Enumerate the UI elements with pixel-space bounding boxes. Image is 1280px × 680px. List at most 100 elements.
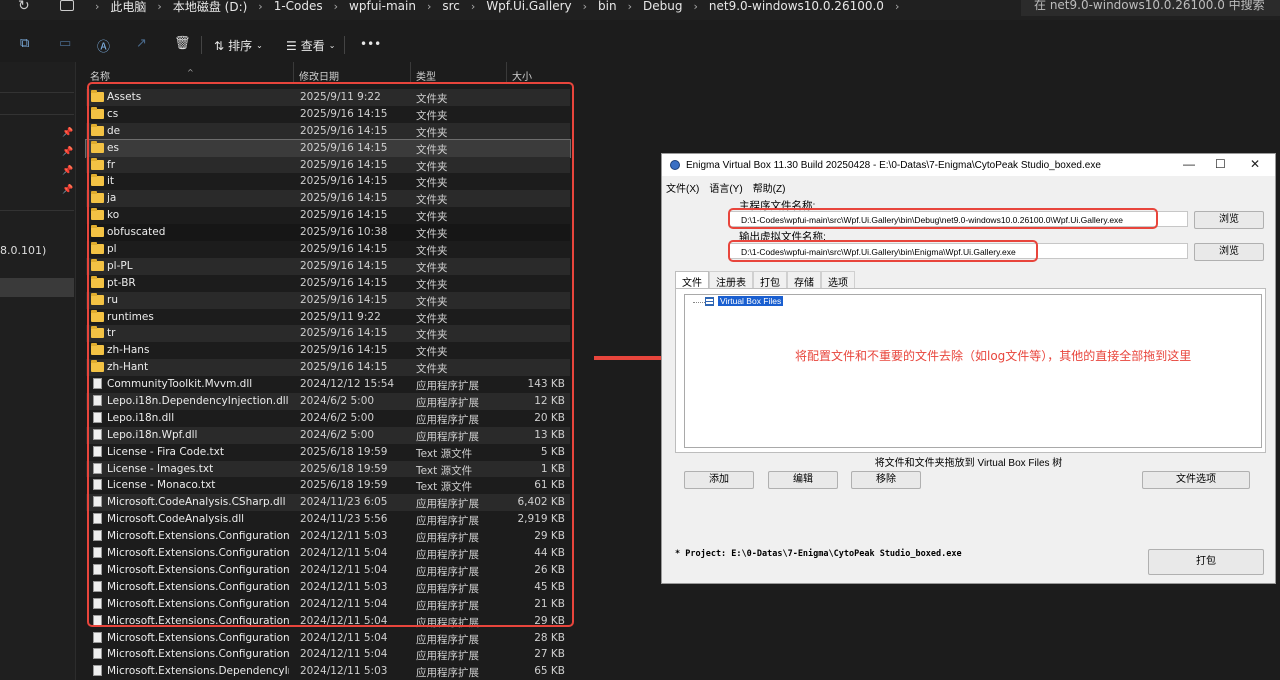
breadcrumb[interactable]: › 此电脑 › 本地磁盘 (D:) › 1-Codes › wpfui-main › src › Wp… <box>84 0 910 15</box>
enigma-app-icon <box>670 160 680 170</box>
file-name: Microsoft.Extensions.Configuration.Js... <box>107 631 289 644</box>
chevron-down-icon: ⌄ <box>328 41 336 50</box>
column-date[interactable]: 修改日期 <box>299 68 339 83</box>
view-button[interactable]: ☰ 查看 ⌄ <box>286 37 335 54</box>
navigation-pane: 📌 📌 📌 📌 8.0.101) <box>0 62 76 680</box>
sort-ascending-icon: ^ <box>187 68 194 77</box>
file-size: 28 KB <box>534 631 565 644</box>
more-button[interactable]: ••• <box>360 37 381 51</box>
refresh-icon[interactable]: ↻ <box>18 0 30 14</box>
menu-file[interactable]: 文件(X) <box>666 180 699 195</box>
tab-options[interactable]: 选项 <box>821 271 855 289</box>
virtual-files-tree[interactable]: Virtual Box Files 将配置文件和不重要的文件去除（如log文件等… <box>684 294 1262 448</box>
view-icon: ☰ <box>286 38 297 53</box>
file-icon <box>93 631 102 643</box>
tab-packing[interactable]: 打包 <box>753 271 787 289</box>
breadcrumb-item[interactable]: 此电脑 <box>110 0 146 15</box>
file-row[interactable]: Microsoft.Extensions.Configuration.U... 2… <box>86 646 570 663</box>
tab-storage[interactable]: 存储 <box>787 271 821 289</box>
chevron-right-icon[interactable]: › <box>157 0 161 13</box>
file-type: 应用程序扩展 <box>416 633 479 646</box>
file-name: Microsoft.Extensions.Configuration.U... <box>107 648 289 661</box>
breadcrumb-item[interactable]: net9.0-windows10.0.26100.0 <box>709 0 884 13</box>
chevron-right-icon[interactable]: › <box>895 0 899 13</box>
sort-icon: ⇅ <box>214 38 225 53</box>
chevron-right-icon[interactable]: › <box>471 0 475 13</box>
this-pc-icon <box>60 0 74 11</box>
breadcrumb-item[interactable]: bin <box>598 0 617 13</box>
tab-strip: 文件 注册表 打包 存储 选项 <box>675 271 855 289</box>
window-title: Enigma Virtual Box 11.30 Build 20250428 … <box>686 160 1101 171</box>
pin-icon[interactable]: 📌 <box>62 128 73 138</box>
sort-label: 排序 <box>228 39 253 53</box>
maximize-icon[interactable]: ☐ <box>1215 157 1226 171</box>
breadcrumb-item[interactable]: Debug <box>643 0 682 13</box>
nav-item-label[interactable]: 8.0.101) <box>0 244 46 257</box>
file-size: 27 KB <box>534 648 565 661</box>
chevron-right-icon[interactable]: › <box>427 0 431 13</box>
file-name: Microsoft.Extensions.DependencyInje... <box>107 665 289 678</box>
browse-main-button[interactable]: 浏览 <box>1194 211 1264 229</box>
share-icon[interactable]: ↗ <box>136 36 147 51</box>
browse-output-button[interactable]: 浏览 <box>1194 243 1264 261</box>
pin-icon[interactable]: 📌 <box>62 185 73 195</box>
highlight-box-files <box>87 82 574 627</box>
minimize-icon[interactable]: — <box>1183 157 1195 171</box>
nav-item-selected[interactable] <box>0 278 74 297</box>
copy-icon[interactable]: ⧉ <box>20 36 29 51</box>
remove-button[interactable]: 移除 <box>851 471 921 489</box>
file-row[interactable]: Microsoft.Extensions.Configuration.Js...… <box>86 630 570 647</box>
add-button[interactable]: 添加 <box>684 471 754 489</box>
breadcrumb-item[interactable]: wpfui-main <box>349 0 416 13</box>
pin-icon[interactable]: 📌 <box>62 166 73 176</box>
file-date: 2024/12/11 5:03 <box>300 665 388 678</box>
file-icon <box>93 648 102 660</box>
sort-button[interactable]: ⇅ 排序 ⌄ <box>214 37 263 54</box>
tab-registry[interactable]: 注册表 <box>709 271 753 289</box>
breadcrumb-item[interactable]: 1-Codes <box>274 0 323 13</box>
breadcrumb-item[interactable]: 本地磁盘 (D:) <box>173 0 247 15</box>
delete-icon[interactable]: 🗑 <box>174 36 191 51</box>
files-tab-panel: Virtual Box Files 将配置文件和不重要的文件去除（如log文件等… <box>675 288 1266 453</box>
edit-button[interactable]: 编辑 <box>768 471 838 489</box>
breadcrumb-item[interactable]: Wpf.Ui.Gallery <box>486 0 571 13</box>
tree-folder-icon <box>705 297 714 306</box>
explorer-toolbar: ⧉ ▭ Ⓐ ↗ 🗑 ⇅ 排序 ⌄ ☰ 查看 ⌄ ••• <box>0 28 1280 62</box>
window-titlebar: Enigma Virtual Box 11.30 Build 20250428 … <box>662 154 1275 176</box>
tab-files[interactable]: 文件 <box>675 271 709 289</box>
file-size: 65 KB <box>534 665 565 678</box>
highlight-box-main-path <box>728 208 1158 229</box>
search-input[interactable]: 在 net9.0-windows10.0.26100.0 中搜索 <box>1021 0 1280 16</box>
column-name[interactable]: 名称 <box>90 68 110 83</box>
rename-icon[interactable]: Ⓐ <box>97 36 110 55</box>
column-type[interactable]: 类型 <box>416 68 436 83</box>
enigma-window: Enigma Virtual Box 11.30 Build 20250428 … <box>661 153 1276 584</box>
column-headers: ^ 名称 修改日期 类型 大小 <box>84 62 574 83</box>
file-date: 2024/12/11 5:04 <box>300 648 388 661</box>
file-icon <box>93 665 102 677</box>
chevron-down-icon: ⌄ <box>256 41 263 50</box>
address-bar: ↻ › 此电脑 › 本地磁盘 (D:) › 1-Codes › wpfui-main › src ›… <box>0 0 1280 20</box>
pin-icon[interactable]: 📌 <box>62 147 73 157</box>
menu-help[interactable]: 帮助(Z) <box>753 180 786 195</box>
pack-button[interactable]: 打包 <box>1148 549 1264 575</box>
chevron-right-icon[interactable]: › <box>95 0 99 13</box>
file-options-button[interactable]: 文件选项 <box>1142 471 1250 489</box>
paste-icon[interactable]: ▭ <box>59 36 71 51</box>
highlight-box-output-path <box>728 240 1038 262</box>
menu-language[interactable]: 语言(Y) <box>709 180 742 195</box>
column-size[interactable]: 大小 <box>512 68 532 83</box>
chevron-right-icon[interactable]: › <box>693 0 697 13</box>
menu-bar: 文件(X) 语言(Y) 帮助(Z) <box>666 180 785 195</box>
file-row[interactable]: Microsoft.Extensions.DependencyInje... 20… <box>86 663 570 680</box>
tree-root-item[interactable]: Virtual Box Files <box>718 296 784 306</box>
annotation-text: 将配置文件和不重要的文件去除（如log文件等），其他的直接全部拖到这里 <box>795 349 1192 363</box>
chevron-right-icon[interactable]: › <box>583 0 587 13</box>
breadcrumb-item[interactable]: src <box>442 0 460 13</box>
close-icon[interactable]: ✕ <box>1250 157 1260 171</box>
chevron-right-icon[interactable]: › <box>258 0 262 13</box>
chevron-right-icon[interactable]: › <box>628 0 632 13</box>
project-status: * Project: E:\0-Datas\7-Enigma\CytoPeak … <box>675 549 962 559</box>
chevron-right-icon[interactable]: › <box>334 0 338 13</box>
file-type: 应用程序扩展 <box>416 650 479 663</box>
